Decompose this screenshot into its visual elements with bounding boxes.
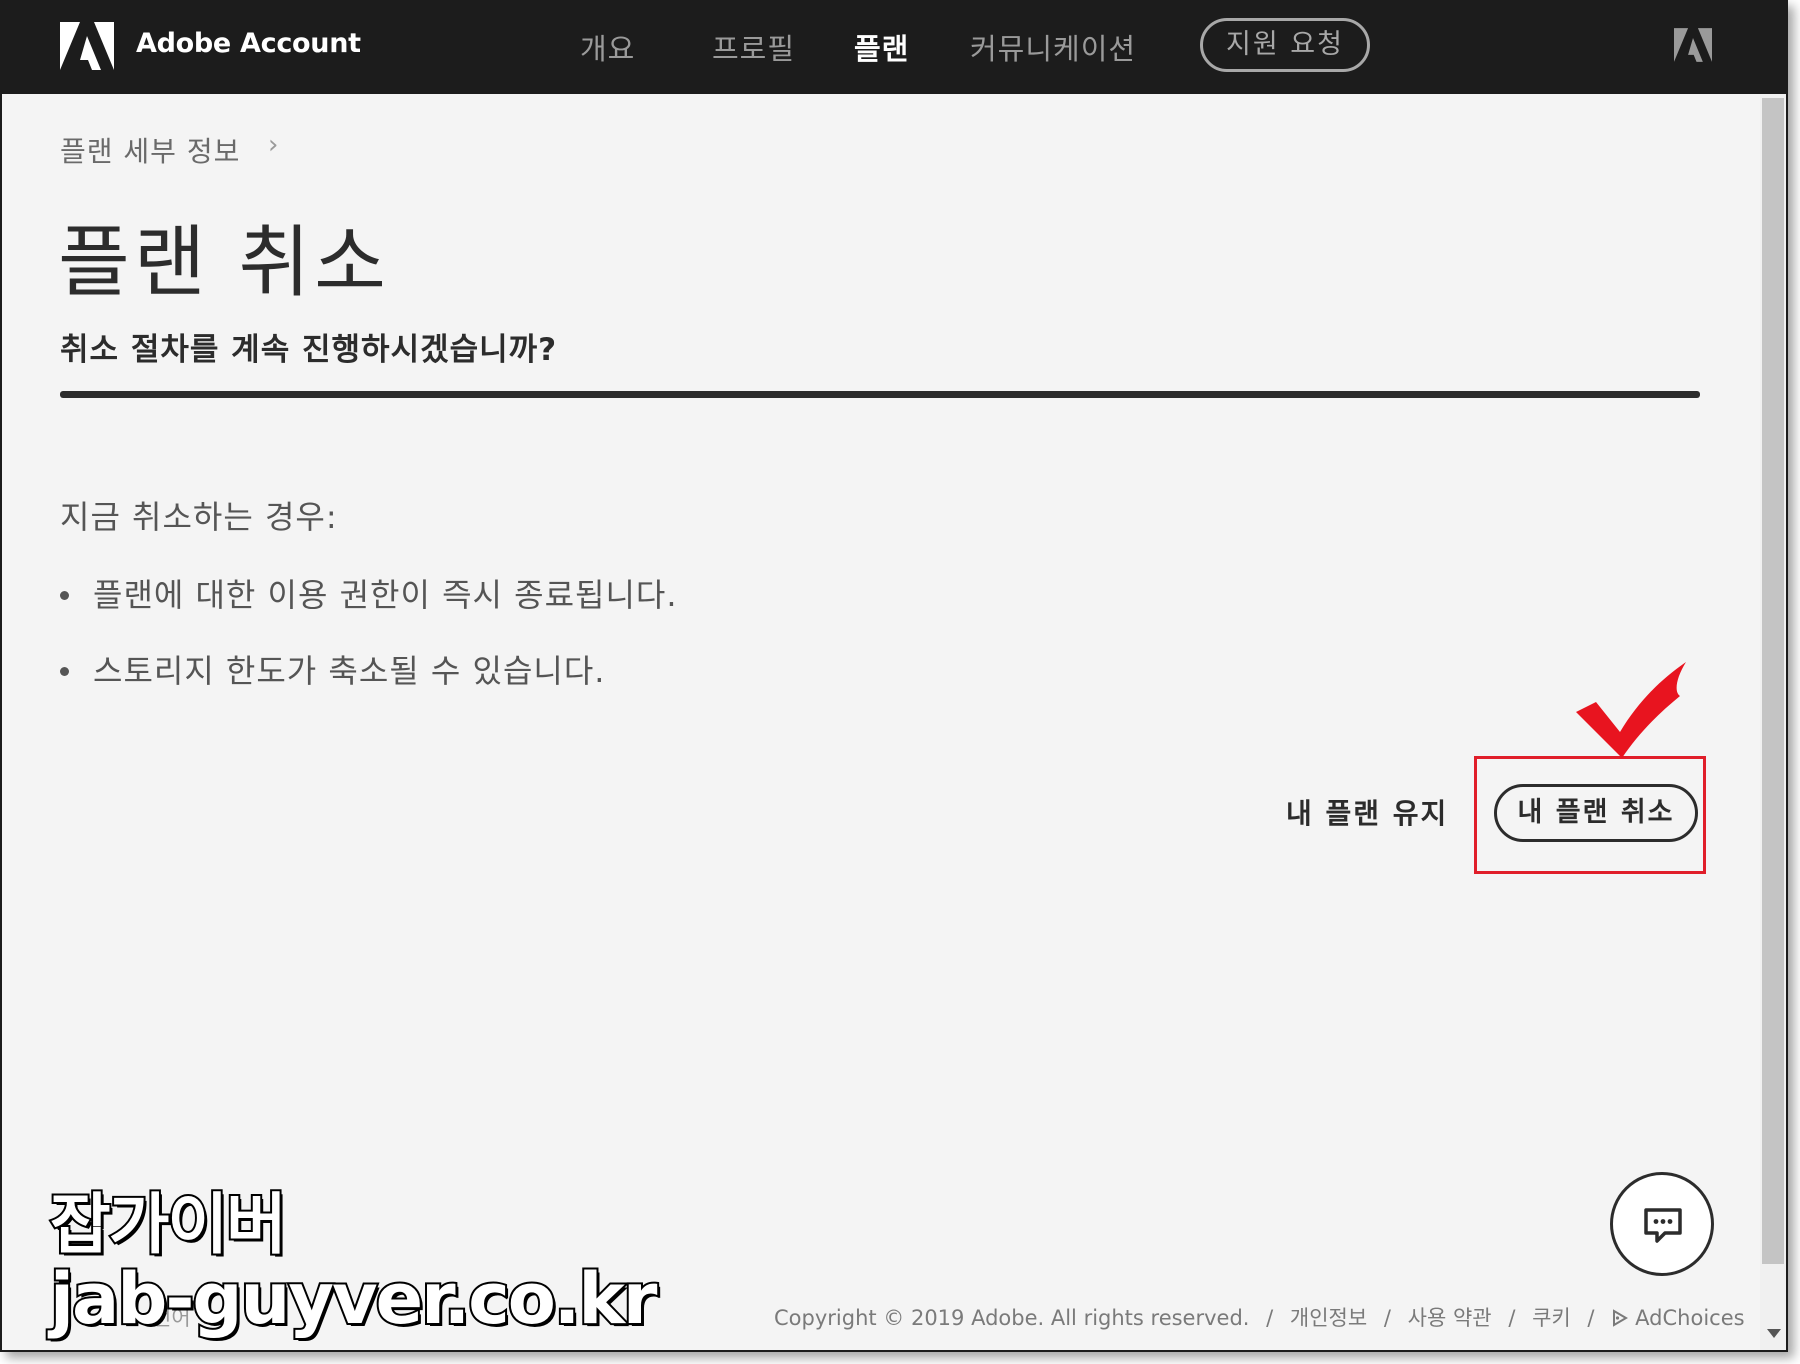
adobe-logo-icon[interactable]: [1674, 28, 1712, 62]
nav-item-profile[interactable]: 프로필: [712, 26, 795, 68]
keep-plan-button[interactable]: 내 플랜 유지: [1286, 792, 1448, 832]
nav-item-overview[interactable]: 개요: [580, 26, 635, 68]
brand-name[interactable]: Adobe Account: [136, 28, 361, 59]
chat-button[interactable]: [1610, 1172, 1714, 1276]
footer-separator: /: [1587, 1306, 1595, 1330]
red-checkmark-icon: [1576, 662, 1686, 758]
footer-separator: /: [1508, 1306, 1516, 1330]
cancel-intro-text: 지금 취소하는 경우:: [60, 498, 338, 536]
adchoices-icon[interactable]: [1611, 1309, 1629, 1327]
list-item-text: 플랜에 대한 이용 권한이 즉시 종료됩니다.: [93, 576, 678, 614]
chat-bubble-icon: [1644, 1208, 1682, 1243]
site-watermark: 잡가이버 jab-guyver.co.kr: [48, 1186, 659, 1340]
cancel-plan-button[interactable]: 내 플랜 취소: [1494, 784, 1698, 842]
breadcrumb[interactable]: 플랜 세부 정보: [60, 130, 240, 170]
list-item: 스토리지 한도가 축소될 수 있습니다.: [60, 646, 605, 692]
list-item: 플랜에 대한 이용 권한이 즉시 종료됩니다.: [60, 570, 678, 616]
footer-separator: /: [1383, 1306, 1391, 1330]
footer-link-terms[interactable]: 사용 약관: [1408, 1306, 1492, 1330]
bullet-dot-icon: [60, 666, 69, 676]
adobe-logo-icon[interactable]: [60, 22, 114, 70]
watermark-url: jab-guyver.co.kr: [48, 1258, 659, 1340]
footer-separator: /: [1266, 1306, 1274, 1330]
chevron-right-icon: ›: [268, 130, 279, 160]
footer-link-adchoices[interactable]: AdChoices: [1635, 1306, 1744, 1330]
section-divider: [60, 391, 1700, 398]
bullet-dot-icon: [60, 590, 69, 600]
top-navigation-bar: Adobe Account 개요 프로필 플랜 커뮤니케이션 지원 요청: [2, 2, 1786, 94]
footer-link-privacy[interactable]: 개인정보: [1290, 1306, 1367, 1330]
nav-item-plans[interactable]: 플랜: [854, 26, 909, 68]
watermark-title: 잡가이버: [48, 1186, 289, 1263]
copyright-text: Copyright © 2019 Adobe. All rights reser…: [774, 1306, 1250, 1330]
page-subtitle: 취소 절차를 계속 진행하시겠습니까?: [60, 332, 558, 368]
page-title: 플랜 취소: [58, 218, 390, 308]
nav-item-communications[interactable]: 커뮤니케이션: [970, 26, 1136, 68]
support-request-button[interactable]: 지원 요청: [1200, 18, 1370, 72]
scrollbar-thumb[interactable]: [1762, 98, 1784, 1264]
list-item-text: 스토리지 한도가 축소될 수 있습니다.: [93, 652, 606, 690]
footer-link-cookies[interactable]: 쿠키: [1532, 1306, 1571, 1330]
scroll-down-arrow-icon[interactable]: [1767, 1329, 1781, 1338]
footer: Copyright © 2019 Adobe. All rights reser…: [774, 1302, 1745, 1332]
browser-window: Adobe Account 개요 프로필 플랜 커뮤니케이션 지원 요청 플랜 …: [0, 0, 1788, 1352]
